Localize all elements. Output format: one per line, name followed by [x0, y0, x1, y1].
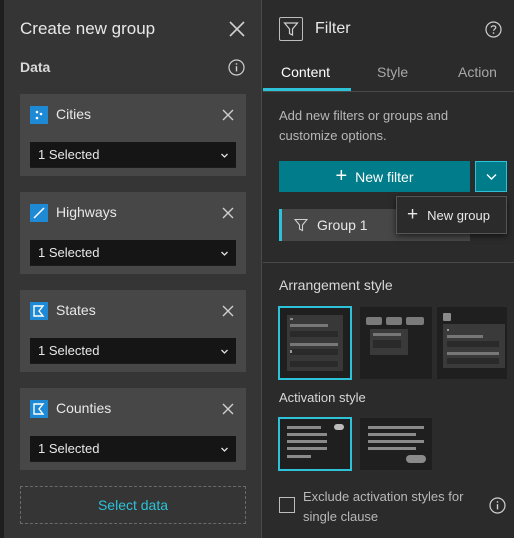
- close-icon[interactable]: [228, 20, 246, 38]
- polygon-layer-icon: [30, 400, 48, 418]
- layer-selection-dropdown[interactable]: 1 Selected: [30, 436, 236, 462]
- activation-toggle-preview: [287, 424, 344, 458]
- layer-selection-dropdown[interactable]: 1 Selected: [30, 142, 236, 168]
- layer-selection-dropdown[interactable]: 1 Selected: [30, 338, 236, 364]
- create-group-panel: Create new group Data Cities 1 Selected …: [0, 0, 262, 538]
- filter-icon: [279, 17, 303, 41]
- new-filter-dropdown-button[interactable]: [475, 161, 507, 192]
- help-icon[interactable]: [485, 21, 502, 38]
- tab-content[interactable]: Content: [281, 64, 330, 80]
- chevron-down-icon: [221, 251, 228, 256]
- activation-apply-preview: [368, 426, 426, 463]
- new-filter-button[interactable]: + New filter: [279, 161, 470, 192]
- arrangement-option-popper[interactable]: [437, 307, 507, 379]
- datasource-name: States: [56, 302, 96, 318]
- arrangement-style-title: Arrangement style: [279, 277, 393, 293]
- arrangement-option-block[interactable]: [278, 306, 352, 380]
- remove-datasource-icon[interactable]: [222, 305, 234, 317]
- exclude-activation-label: Exclude activation styles for single cla…: [303, 489, 464, 524]
- remove-datasource-icon[interactable]: [222, 403, 234, 415]
- section-divider: [263, 262, 514, 263]
- data-section-label: Data: [20, 59, 51, 75]
- activation-style-title: Activation style: [279, 390, 366, 405]
- active-tab-indicator: [263, 88, 351, 91]
- tab-action[interactable]: Action: [458, 64, 497, 80]
- info-icon[interactable]: [228, 59, 245, 76]
- selection-count: 1 Selected: [38, 147, 100, 162]
- chevron-down-icon: [221, 447, 228, 452]
- arrangement-popper-preview: [443, 313, 505, 368]
- settings-tabs: Content Style Action: [263, 56, 514, 92]
- datasource-name: Cities: [56, 106, 92, 122]
- layer-selection-dropdown[interactable]: 1 Selected: [30, 240, 236, 266]
- datasource-name: Counties: [56, 400, 112, 416]
- datasource-name: Highways: [56, 204, 117, 220]
- filter-group-icon: [294, 218, 308, 232]
- point-layer-icon: [30, 106, 48, 124]
- chevron-down-icon: [486, 174, 496, 180]
- selection-count: 1 Selected: [38, 343, 100, 358]
- activation-option-apply-button[interactable]: [360, 418, 432, 470]
- plus-icon: +: [407, 203, 419, 225]
- panel-edge: [0, 0, 4, 538]
- plus-icon: +: [335, 164, 348, 187]
- activation-option-toggle[interactable]: [278, 417, 352, 471]
- tab-style[interactable]: Style: [377, 64, 408, 80]
- selection-count: 1 Selected: [38, 441, 100, 456]
- arrangement-inline-preview: [366, 317, 424, 355]
- line-layer-icon: [30, 204, 48, 222]
- polygon-layer-icon: [30, 302, 48, 320]
- datasource-card-counties: Counties 1 Selected: [20, 388, 246, 470]
- content-description: Add new filters or groups and customize …: [279, 108, 449, 143]
- new-group-menu-item[interactable]: + New group: [396, 196, 507, 234]
- exclude-activation-checkbox[interactable]: [279, 497, 295, 513]
- widget-title: Filter: [315, 20, 351, 37]
- group-label: Group 1: [317, 217, 368, 233]
- datasource-card-cities: Cities 1 Selected: [20, 94, 246, 176]
- new-filter-label: New filter: [355, 168, 414, 185]
- arrangement-option-inline[interactable]: [360, 307, 432, 379]
- datasource-card-states: States 1 Selected: [20, 290, 246, 372]
- filter-settings-panel: Filter Content Style Action Add new filt…: [263, 0, 514, 538]
- chevron-down-icon: [221, 349, 228, 354]
- remove-datasource-icon[interactable]: [222, 207, 234, 219]
- panel-title: Create new group: [20, 19, 156, 38]
- remove-datasource-icon[interactable]: [222, 109, 234, 121]
- arrangement-block-preview: [287, 315, 343, 371]
- chevron-down-icon: [221, 153, 228, 158]
- select-data-button[interactable]: Select data: [20, 486, 246, 524]
- datasource-card-highways: Highways 1 Selected: [20, 192, 246, 274]
- info-icon[interactable]: [489, 497, 506, 514]
- new-group-label: New group: [427, 207, 490, 223]
- selection-count: 1 Selected: [38, 245, 100, 260]
